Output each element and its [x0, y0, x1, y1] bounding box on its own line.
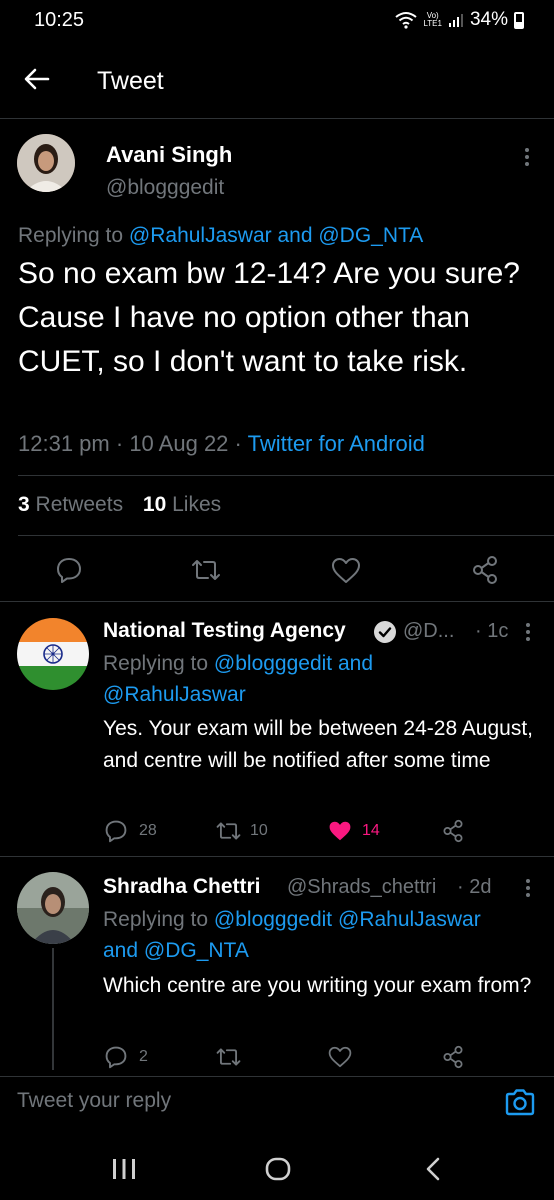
more-options-icon[interactable] — [526, 877, 532, 900]
replying-to: Replying to @blogggedit @RahulJaswar and… — [103, 904, 543, 966]
like-icon-filled[interactable] — [328, 820, 352, 842]
reply-icon[interactable] — [55, 556, 83, 584]
reply-text: Yes. Your exam will be between 24-28 Aug… — [103, 717, 534, 772]
retweets-count: 3 — [18, 493, 30, 516]
retweet-icon[interactable] — [215, 1046, 242, 1068]
stats-divider — [18, 535, 554, 536]
tweet-meta: 12:31 pm · 10 Aug 22 · Twitter for Andro… — [18, 431, 425, 456]
author-name[interactable]: Avani Singh — [106, 142, 232, 168]
reply-author-handle[interactable]: @Shrads_chettri — [287, 876, 436, 899]
reply-avatar[interactable] — [17, 618, 89, 690]
header-divider — [0, 118, 554, 119]
meta-divider — [18, 475, 554, 476]
mention-link[interactable]: @RahulJaswar — [338, 908, 481, 931]
replying-and[interactable]: and — [277, 224, 312, 247]
share-icon[interactable] — [442, 819, 464, 843]
mention-link[interactable]: @blogggedit — [214, 652, 332, 675]
more-options-icon[interactable] — [525, 146, 531, 169]
mention-link[interactable]: @blogggedit — [214, 908, 332, 931]
network-type: Vo) LTE1 — [423, 12, 442, 28]
likes-count: 10 — [142, 493, 167, 516]
signal-icon — [448, 14, 463, 27]
replying-prefix: Replying to — [103, 652, 209, 675]
like-icon[interactable] — [331, 557, 361, 584]
reply-author-name[interactable]: Shradha Chettri — [103, 875, 261, 899]
reply-composer — [0, 1076, 554, 1128]
avatar-photo — [17, 872, 89, 944]
replying-prefix: Replying to — [103, 908, 209, 931]
mention-link[interactable]: @DG_NTA — [144, 939, 249, 962]
status-icons: Vo) LTE1 34% — [395, 9, 524, 31]
author-handle[interactable]: @blogggedit — [106, 176, 224, 200]
retweet-icon[interactable] — [215, 820, 242, 842]
home-icon[interactable] — [265, 1157, 291, 1181]
actions-divider — [0, 601, 554, 602]
system-nav-bar — [0, 1132, 554, 1200]
system-back-icon[interactable] — [425, 1157, 441, 1181]
thread-line — [52, 948, 54, 1070]
tweet-time: 12:31 pm — [18, 431, 110, 456]
wifi-icon — [395, 12, 418, 29]
tweet-client[interactable]: Twitter for Android — [248, 431, 425, 456]
avatar-photo — [17, 134, 75, 192]
reply-icon[interactable] — [104, 1045, 128, 1069]
replying-to: Replying to @RahulJaswar and @DG_NTA — [18, 224, 423, 248]
retweets-stat[interactable]: 3 Retweets — [18, 493, 123, 516]
status-time: 10:25 — [34, 9, 85, 31]
replying-to: Replying to @blogggedit and @RahulJaswar — [103, 648, 543, 710]
top-bar: Tweet — [0, 44, 554, 118]
page-title: Tweet — [97, 67, 164, 95]
likes-label: Likes — [172, 493, 222, 516]
back-arrow-icon[interactable] — [22, 64, 52, 94]
share-icon[interactable] — [471, 555, 499, 585]
reply-count: 28 — [139, 822, 157, 839]
battery-percent: 34% — [469, 9, 508, 30]
like-count: 14 — [362, 822, 380, 839]
reply-age: · 1c — [475, 620, 509, 642]
replying-prefix: Replying to — [18, 224, 124, 247]
reply-avatar[interactable] — [17, 872, 89, 944]
reply-divider — [0, 856, 554, 857]
reply-author-name[interactable]: National Testing Agency — [103, 619, 346, 643]
share-icon[interactable] — [442, 1045, 464, 1069]
mention-link[interactable]: @DG_NTA — [318, 224, 423, 247]
replying-and[interactable]: and — [103, 939, 138, 962]
retweet-count: 10 — [250, 822, 268, 839]
retweets-label: Retweets — [35, 493, 124, 516]
status-bar: 10:25 Vo) LTE1 34% — [0, 0, 554, 44]
reply-age: · 2d — [457, 876, 492, 898]
network-lte: LTE1 — [423, 19, 442, 28]
more-options-icon[interactable] — [526, 621, 532, 644]
reply-icon[interactable] — [104, 819, 128, 843]
replying-and[interactable]: and — [338, 652, 373, 675]
camera-icon[interactable] — [504, 1087, 536, 1117]
like-icon[interactable] — [328, 1046, 352, 1068]
retweet-icon[interactable] — [190, 557, 222, 583]
mention-link[interactable]: @RahulJaswar — [129, 224, 272, 247]
reply-author-handle[interactable]: @D... — [403, 620, 454, 643]
tweet-stats: 3 Retweets 10 Likes — [18, 493, 221, 517]
avatar[interactable] — [17, 134, 75, 192]
battery-icon — [514, 11, 524, 29]
reply-text: Which centre are you writing your exam f… — [103, 974, 532, 997]
verified-badge-icon — [374, 621, 396, 643]
recent-apps-icon[interactable] — [112, 1158, 136, 1180]
india-flag-avatar — [17, 618, 89, 690]
likes-stat[interactable]: 10 Likes — [143, 493, 221, 516]
tweet-date: 10 Aug 22 — [129, 431, 229, 456]
reply-count: 2 — [139, 1048, 148, 1065]
tweet-text: So no exam bw 12-14? Are you sure? Cause… — [18, 257, 520, 378]
reply-input[interactable] — [17, 1089, 467, 1113]
mention-link[interactable]: @RahulJaswar — [103, 683, 246, 706]
